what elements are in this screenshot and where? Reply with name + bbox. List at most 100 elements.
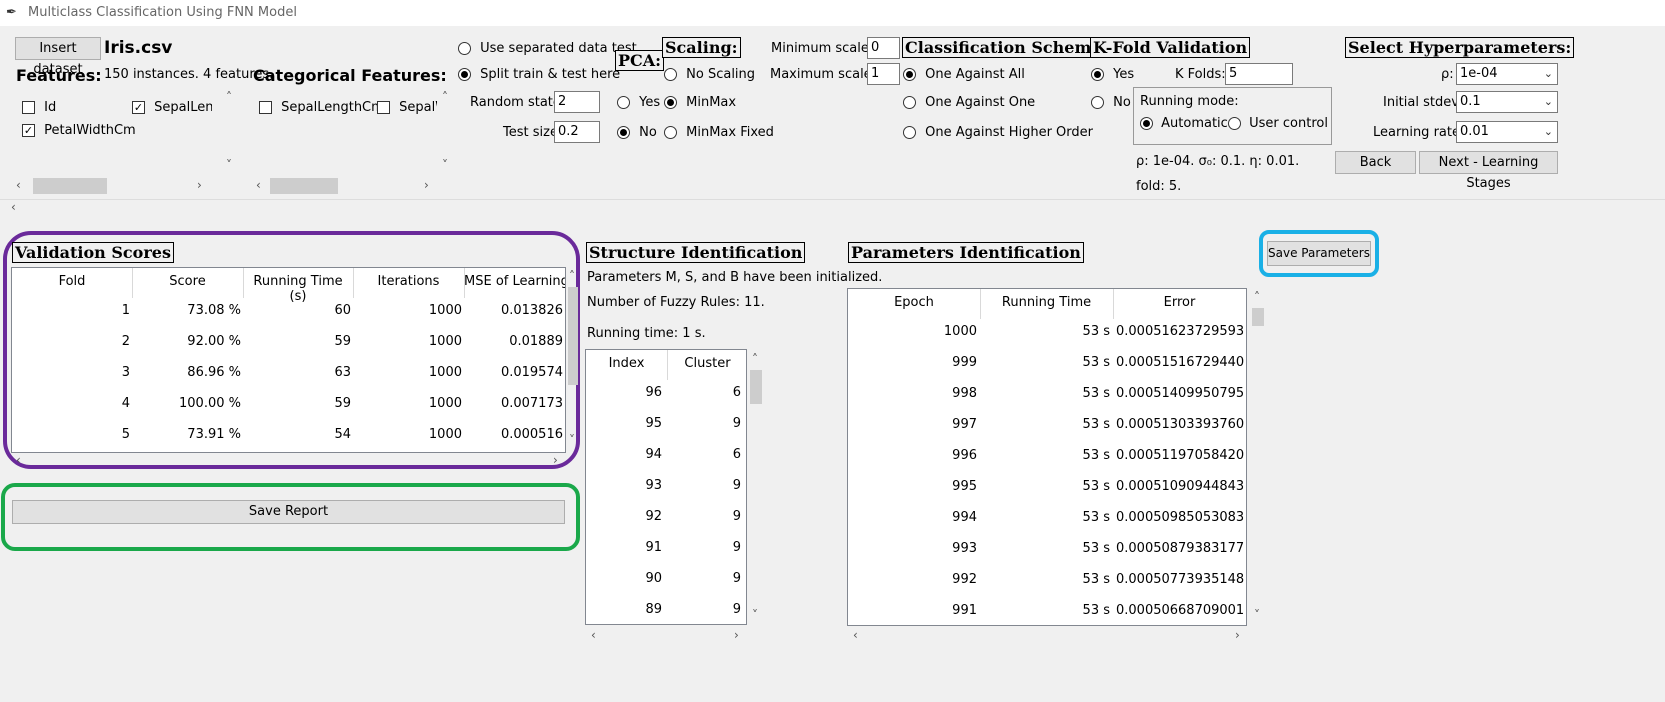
cluster-table[interactable]: Index Cluster 96 6 95 9 94 6 93 9 92 9 9… xyxy=(585,349,747,625)
learning-rate-select[interactable]: 0.01 ⌄ xyxy=(1456,121,1558,143)
cluster-vscroll-thumb[interactable] xyxy=(750,370,762,404)
epoch-vscroll-thumb[interactable] xyxy=(1252,308,1264,326)
categorical-checkbox-sepalw[interactable]: SepalW xyxy=(377,100,437,115)
split-option-separated[interactable]: Use separated data test xyxy=(458,41,637,56)
feature-checkbox-id[interactable]: Id xyxy=(22,100,56,115)
radio-button[interactable] xyxy=(617,126,630,139)
scroll-up-icon[interactable]: ˄ xyxy=(442,90,448,104)
scaling-option-minmax-fixed[interactable]: MinMax Fixed xyxy=(664,125,774,140)
checkbox[interactable] xyxy=(22,101,35,114)
scroll-down-icon[interactable]: ˅ xyxy=(569,433,575,447)
kfolds-input[interactable]: 5 xyxy=(1225,63,1293,85)
scroll-left-icon[interactable]: ‹ xyxy=(256,178,261,192)
scroll-left-icon[interactable]: ‹ xyxy=(16,178,21,192)
epoch-table[interactable]: Epoch Running Time Error 1000 53 s 0.000… xyxy=(847,288,1247,626)
scroll-down-icon[interactable]: ˅ xyxy=(1254,608,1260,622)
scroll-up-icon[interactable]: ˄ xyxy=(752,352,758,366)
table-cell: 90 xyxy=(645,571,662,586)
max-scale-input[interactable]: 1 xyxy=(867,63,900,85)
pca-option-no[interactable]: No xyxy=(617,125,657,140)
kfold-option-no[interactable]: No xyxy=(1091,95,1131,110)
radio-button[interactable] xyxy=(1228,117,1241,130)
radio-button[interactable] xyxy=(1091,96,1104,109)
checkbox[interactable]: ✓ xyxy=(132,101,145,114)
save-report-button[interactable]: Save Report xyxy=(12,500,565,524)
rho-select[interactable]: 1e-04 ⌄ xyxy=(1456,63,1558,85)
scroll-right-icon[interactable]: › xyxy=(197,178,202,192)
column-header[interactable]: Epoch xyxy=(848,295,980,310)
column-header[interactable]: Cluster xyxy=(667,356,746,371)
chevron-down-icon[interactable]: ⌄ xyxy=(1544,92,1553,112)
scroll-down-icon[interactable]: ˅ xyxy=(442,158,448,172)
scroll-right-icon[interactable]: › xyxy=(424,178,429,192)
split-option-here[interactable]: Split train & test here xyxy=(458,67,620,82)
scroll-up-icon[interactable]: ˄ xyxy=(569,269,575,283)
save-parameters-button[interactable]: Save Parameters xyxy=(1267,241,1371,266)
column-header[interactable]: Fold xyxy=(12,274,132,289)
random-state-input[interactable]: 2 xyxy=(554,91,600,113)
scaling-option-none[interactable]: No Scaling xyxy=(664,67,755,82)
radio-button[interactable] xyxy=(664,96,677,109)
radio-button[interactable] xyxy=(903,68,916,81)
scroll-up-icon[interactable]: ˄ xyxy=(226,90,232,104)
next-learning-stages-button[interactable]: Next - Learning Stages xyxy=(1419,151,1558,191)
dataset-filename: Iris.csv xyxy=(104,38,173,58)
column-header[interactable]: Running Time xyxy=(980,295,1113,310)
feature-checkbox-sepallength[interactable]: ✓ SepalLeng xyxy=(132,100,212,115)
scheme-option-one[interactable]: One Against One xyxy=(903,95,1035,110)
checkbox[interactable]: ✓ xyxy=(22,124,35,137)
scroll-down-icon[interactable]: ˅ xyxy=(226,158,232,172)
scroll-left-icon[interactable]: ‹ xyxy=(16,453,21,467)
chevron-down-icon[interactable]: ⌄ xyxy=(1544,122,1553,142)
validation-vscroll-thumb[interactable] xyxy=(568,287,578,385)
categorical-checkbox-sepallength[interactable]: SepalLengthCm xyxy=(259,100,384,115)
mode-option-user[interactable]: User control xyxy=(1228,116,1328,131)
radio-button[interactable] xyxy=(664,126,677,139)
radio-button[interactable] xyxy=(1140,117,1153,130)
stdev-select[interactable]: 0.1 ⌄ xyxy=(1456,91,1558,113)
radio-button[interactable] xyxy=(903,126,916,139)
scroll-left-icon[interactable]: ‹ xyxy=(11,200,16,214)
radio-button[interactable] xyxy=(458,68,471,81)
column-header[interactable]: Iterations xyxy=(353,274,464,289)
insert-dataset-button[interactable]: Insert dataset xyxy=(15,37,101,77)
fold-summary: fold: 5. xyxy=(1136,179,1182,194)
radio-button[interactable] xyxy=(458,42,471,55)
column-header[interactable]: Score xyxy=(132,274,243,289)
column-header[interactable]: Running Time (s) xyxy=(243,274,353,304)
table-cell: 994 xyxy=(952,510,977,525)
scroll-down-icon[interactable]: ˅ xyxy=(752,608,758,622)
scroll-left-icon[interactable]: ‹ xyxy=(853,628,858,642)
categorical-hscroll-thumb[interactable] xyxy=(270,178,338,194)
column-header[interactable]: MSE of Learning S xyxy=(464,274,565,289)
min-scale-input[interactable]: 0 xyxy=(867,37,900,59)
feature-checkbox-petalwidth[interactable]: ✓ PetalWidthCm xyxy=(22,123,136,138)
scheme-option-higher[interactable]: One Against Higher Order xyxy=(903,125,1093,140)
table-cell: 1000 xyxy=(943,324,977,339)
test-size-input[interactable]: 0.2 xyxy=(554,121,600,143)
radio-button[interactable] xyxy=(664,68,677,81)
column-header[interactable]: Index xyxy=(586,356,667,371)
kfold-option-yes[interactable]: Yes xyxy=(1091,67,1134,82)
scroll-left-icon[interactable]: ‹ xyxy=(591,628,596,642)
features-hscroll-thumb[interactable] xyxy=(33,178,107,194)
scroll-up-icon[interactable]: ˄ xyxy=(1254,290,1260,304)
validation-table[interactable]: Fold Score Running Time (s) Iterations M… xyxy=(11,267,566,453)
radio-button[interactable] xyxy=(617,96,630,109)
radio-button[interactable] xyxy=(1091,68,1104,81)
scaling-option-minmax[interactable]: MinMax xyxy=(664,95,736,110)
scroll-right-icon[interactable]: › xyxy=(553,453,558,467)
checkbox[interactable] xyxy=(259,101,272,114)
column-header[interactable]: Error xyxy=(1113,295,1246,310)
radio-button[interactable] xyxy=(903,96,916,109)
scroll-right-icon[interactable]: › xyxy=(734,628,739,642)
scheme-option-all[interactable]: One Against All xyxy=(903,67,1025,82)
checkbox[interactable] xyxy=(377,101,390,114)
table-cell: 53 s xyxy=(1082,510,1110,525)
chevron-down-icon[interactable]: ⌄ xyxy=(1544,64,1553,84)
mode-option-automatic[interactable]: Automatic xyxy=(1140,116,1228,131)
table-cell: 993 xyxy=(952,541,977,556)
scroll-right-icon[interactable]: › xyxy=(1235,628,1240,642)
back-button[interactable]: Back xyxy=(1335,151,1416,174)
pca-option-yes[interactable]: Yes xyxy=(617,95,660,110)
